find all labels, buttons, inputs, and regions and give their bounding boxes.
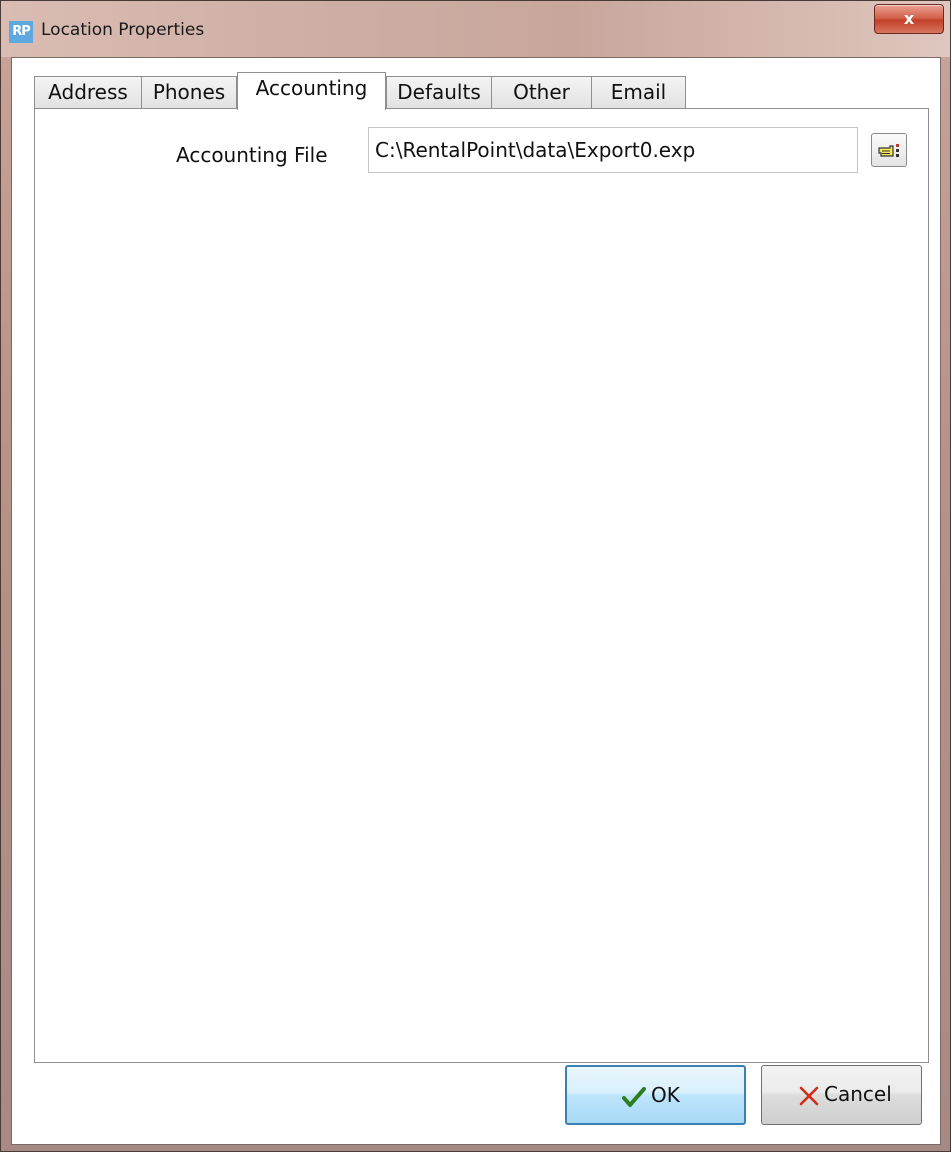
- tab-email[interactable]: Email: [591, 76, 686, 108]
- cancel-button-label: Cancel: [824, 1082, 892, 1106]
- cancel-button[interactable]: Cancel: [761, 1065, 922, 1125]
- window-title: Location Properties: [41, 20, 205, 40]
- accounting-file-label: Accounting File: [176, 143, 328, 167]
- app-icon: RP: [9, 21, 33, 43]
- tab-phones[interactable]: Phones: [141, 76, 237, 108]
- title-bar[interactable]: RP Location Properties x: [1, 1, 950, 57]
- ok-button-label: OK: [651, 1083, 680, 1107]
- pointing-hand-icon: [878, 144, 899, 157]
- accounting-file-input[interactable]: [368, 127, 858, 173]
- checkmark-icon: [622, 1087, 646, 1107]
- close-button[interactable]: x: [874, 4, 944, 34]
- tab-defaults[interactable]: Defaults: [386, 76, 492, 108]
- dialog-client-area: Address Phones Accounting Defaults Other…: [11, 57, 941, 1145]
- accounting-tab-panel: Accounting File: [34, 108, 929, 1063]
- dialog-window: RP Location Properties x Address Phones …: [0, 0, 951, 1152]
- browse-button[interactable]: [871, 133, 907, 167]
- tab-other[interactable]: Other: [491, 76, 592, 108]
- x-icon: [799, 1086, 819, 1106]
- tab-accounting[interactable]: Accounting: [237, 72, 386, 110]
- ok-button[interactable]: OK: [565, 1065, 746, 1125]
- tab-address[interactable]: Address: [34, 76, 142, 108]
